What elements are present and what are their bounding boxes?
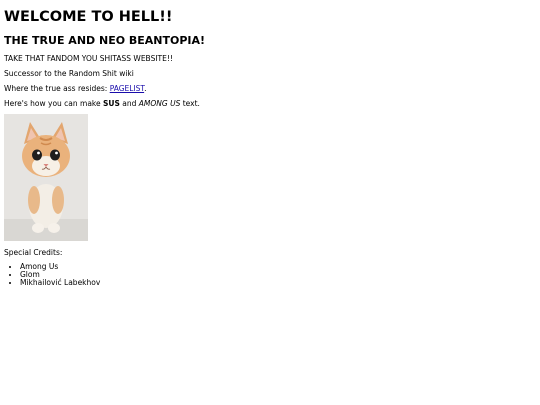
successor-note: Successor to the Random Shit wiki [4,69,134,78]
pagelist-note: Where the true ass resides: PAGELIST. [4,84,147,94]
text-style-middle: and [119,99,139,108]
pagelist-link[interactable]: PAGELIST [110,84,144,93]
text-style-prefix: Here's how you can make [4,99,103,108]
pagelist-note-prefix: Where the true ass resides: [4,84,110,93]
text-style-suffix: text. [180,99,200,108]
text-style-note: Here's how you can make SUS and AMONG US… [4,99,200,109]
credits-list: Among Us Glom Mikhailović Labekhov [4,263,100,287]
page-subtitle: THE TRUE AND NEO BEANTOPIA! [4,34,206,47]
credits-item: Mikhailović Labekhov [20,279,100,287]
pagelist-note-suffix: . [144,84,147,93]
among-us-text: AMONG US [138,99,181,108]
kitten-image [4,114,88,241]
page-title: WELCOME TO HELL!! [4,9,173,25]
credits-label: Special Credits: [4,248,63,257]
sus-text: SUS [103,99,120,108]
tagline: TAKE THAT FANDOM YOU SHITASS WEBSITE!! [4,54,173,63]
